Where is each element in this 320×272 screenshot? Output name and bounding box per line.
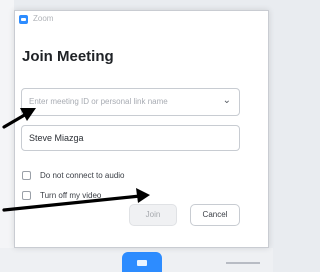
arrow-to-meeting-id [2,108,36,129]
annotation-arrows [2,108,150,212]
arrow-to-join-button [2,188,150,212]
